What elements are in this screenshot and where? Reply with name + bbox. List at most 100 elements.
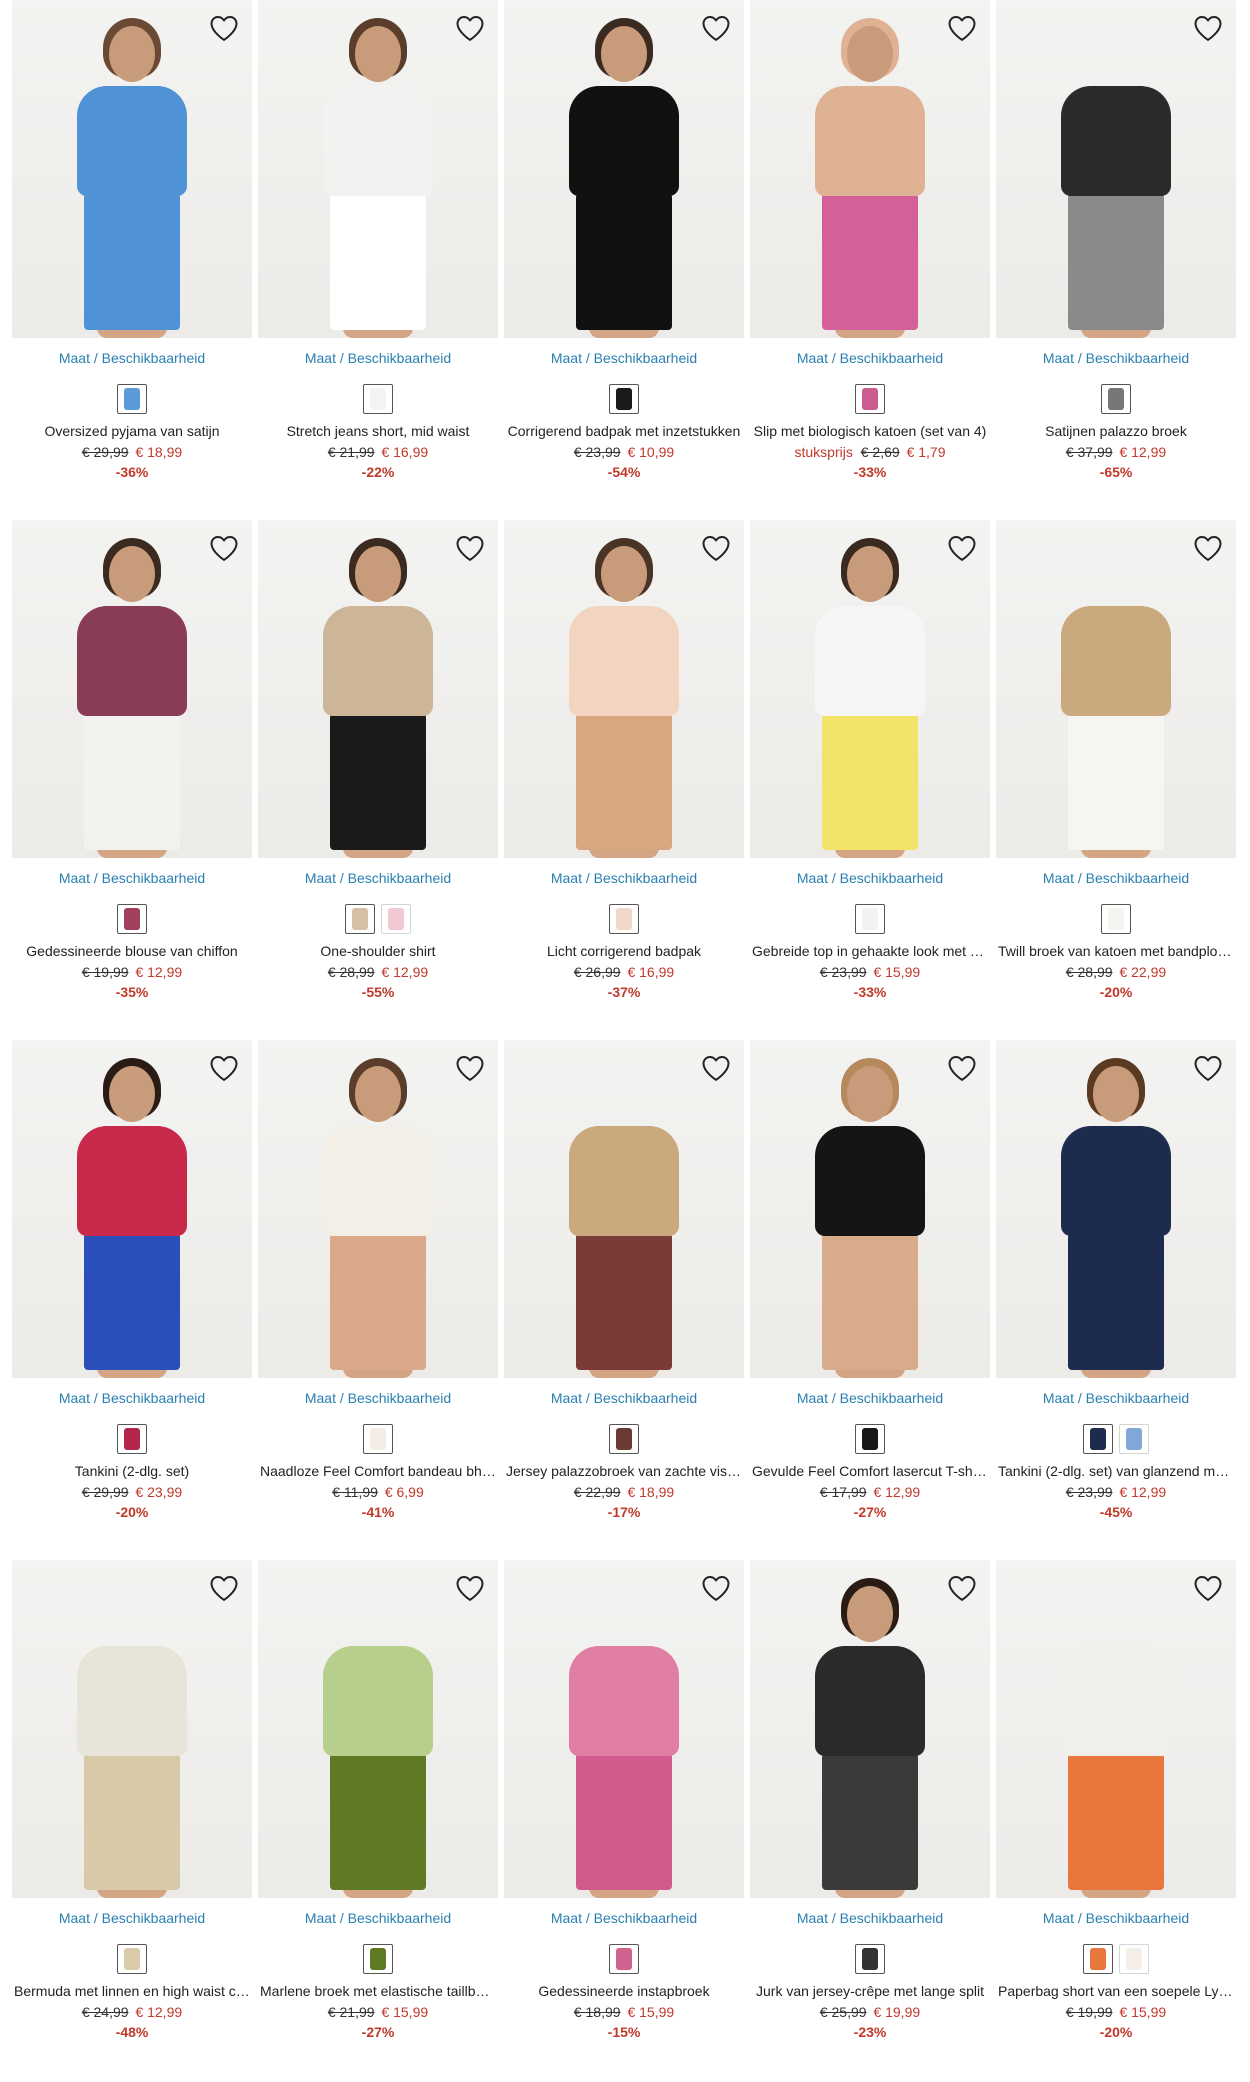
product-name[interactable]: Jersey palazzobroek van zachte viscose [504, 1463, 744, 1481]
product-card[interactable]: Maat / Beschikbaarheid Naadloze Feel Com… [258, 1040, 498, 1560]
product-card[interactable]: Maat / Beschikbaarheid Twill broek van k… [996, 520, 1236, 1040]
product-name[interactable]: Tankini (2-dlg. set) [12, 1463, 252, 1481]
product-image[interactable] [12, 1040, 252, 1378]
color-swatch[interactable] [1119, 1944, 1149, 1974]
product-card[interactable]: Maat / Beschikbaarheid Jurk van jersey-c… [750, 1560, 990, 2080]
color-swatch[interactable] [855, 384, 885, 414]
product-image[interactable] [12, 1560, 252, 1898]
product-name[interactable]: Slip met biologisch katoen (set van 4) [750, 423, 990, 441]
color-swatch[interactable] [117, 1424, 147, 1454]
size-availability-link[interactable]: Maat / Beschikbaarheid [258, 350, 498, 368]
product-name[interactable]: Tankini (2-dlg. set) van glanzend materi… [996, 1463, 1236, 1481]
wishlist-heart-icon[interactable] [1192, 12, 1224, 44]
product-card[interactable]: Maat / Beschikbaarheid Gedessineerde ins… [504, 1560, 744, 2080]
color-swatch[interactable] [363, 384, 393, 414]
color-swatch[interactable] [1119, 1424, 1149, 1454]
wishlist-heart-icon[interactable] [454, 1052, 486, 1084]
size-availability-link[interactable]: Maat / Beschikbaarheid [750, 870, 990, 888]
color-swatch[interactable] [117, 384, 147, 414]
product-image[interactable] [258, 0, 498, 338]
color-swatch[interactable] [117, 904, 147, 934]
color-swatch[interactable] [1101, 904, 1131, 934]
product-name[interactable]: Marlene broek met elastische taillband [258, 1983, 498, 2001]
product-card[interactable]: Maat / Beschikbaarheid One-shoulder shir… [258, 520, 498, 1040]
product-name[interactable]: Bermuda met linnen en high waist comfort… [12, 1983, 252, 2001]
product-card[interactable]: Maat / Beschikbaarheid Tankini (2-dlg. s… [12, 1040, 252, 1560]
product-image[interactable] [12, 520, 252, 858]
product-card[interactable]: Maat / Beschikbaarheid Paperbag short va… [996, 1560, 1236, 2080]
size-availability-link[interactable]: Maat / Beschikbaarheid [258, 1390, 498, 1408]
size-availability-link[interactable]: Maat / Beschikbaarheid [750, 350, 990, 368]
size-availability-link[interactable]: Maat / Beschikbaarheid [504, 350, 744, 368]
color-swatch[interactable] [1101, 384, 1131, 414]
product-card[interactable]: Maat / Beschikbaarheid Gedessineerde blo… [12, 520, 252, 1040]
wishlist-heart-icon[interactable] [946, 12, 978, 44]
wishlist-heart-icon[interactable] [700, 1052, 732, 1084]
wishlist-heart-icon[interactable] [1192, 1572, 1224, 1604]
product-name[interactable]: Corrigerend badpak met inzetstukken [504, 423, 744, 441]
size-availability-link[interactable]: Maat / Beschikbaarheid [12, 1910, 252, 1928]
wishlist-heart-icon[interactable] [946, 532, 978, 564]
product-name[interactable]: Oversized pyjama van satijn [12, 423, 252, 441]
color-swatch[interactable] [1083, 1424, 1113, 1454]
product-name[interactable]: Stretch jeans short, mid waist [258, 423, 498, 441]
product-image[interactable] [504, 1040, 744, 1378]
product-image[interactable] [750, 1040, 990, 1378]
color-swatch[interactable] [1083, 1944, 1113, 1974]
product-name[interactable]: Gevulde Feel Comfort lasercut T-shirt bh [750, 1463, 990, 1481]
wishlist-heart-icon[interactable] [208, 12, 240, 44]
product-image[interactable] [504, 0, 744, 338]
product-card[interactable]: Maat / Beschikbaarheid Satijnen palazzo … [996, 0, 1236, 520]
color-swatch[interactable] [855, 1424, 885, 1454]
product-card[interactable]: Maat / Beschikbaarheid Gevulde Feel Comf… [750, 1040, 990, 1560]
size-availability-link[interactable]: Maat / Beschikbaarheid [750, 1390, 990, 1408]
size-availability-link[interactable]: Maat / Beschikbaarheid [258, 1910, 498, 1928]
product-image[interactable] [750, 1560, 990, 1898]
color-swatch[interactable] [855, 1944, 885, 1974]
size-availability-link[interactable]: Maat / Beschikbaarheid [12, 350, 252, 368]
product-image[interactable] [258, 520, 498, 858]
product-image[interactable] [996, 520, 1236, 858]
size-availability-link[interactable]: Maat / Beschikbaarheid [996, 1910, 1236, 1928]
color-swatch[interactable] [363, 1944, 393, 1974]
wishlist-heart-icon[interactable] [946, 1052, 978, 1084]
product-card[interactable]: Maat / Beschikbaarheid Licht corrigerend… [504, 520, 744, 1040]
wishlist-heart-icon[interactable] [454, 1572, 486, 1604]
product-image[interactable] [750, 0, 990, 338]
product-image[interactable] [996, 0, 1236, 338]
wishlist-heart-icon[interactable] [454, 532, 486, 564]
wishlist-heart-icon[interactable] [700, 1572, 732, 1604]
wishlist-heart-icon[interactable] [208, 532, 240, 564]
product-card[interactable]: Maat / Beschikbaarheid Marlene broek met… [258, 1560, 498, 2080]
product-image[interactable] [258, 1560, 498, 1898]
product-card[interactable]: Maat / Beschikbaarheid Stretch jeans sho… [258, 0, 498, 520]
size-availability-link[interactable]: Maat / Beschikbaarheid [258, 870, 498, 888]
size-availability-link[interactable]: Maat / Beschikbaarheid [996, 350, 1236, 368]
product-image[interactable] [258, 1040, 498, 1378]
size-availability-link[interactable]: Maat / Beschikbaarheid [504, 1390, 744, 1408]
product-name[interactable]: Paperbag short van een soepele Lyocell k… [996, 1983, 1236, 2001]
size-availability-link[interactable]: Maat / Beschikbaarheid [996, 870, 1236, 888]
product-name[interactable]: Gebreide top in gehaakte look met ruches [750, 943, 990, 961]
size-availability-link[interactable]: Maat / Beschikbaarheid [504, 870, 744, 888]
wishlist-heart-icon[interactable] [1192, 532, 1224, 564]
product-name[interactable]: Satijnen palazzo broek [996, 423, 1236, 441]
wishlist-heart-icon[interactable] [946, 1572, 978, 1604]
size-availability-link[interactable]: Maat / Beschikbaarheid [750, 1910, 990, 1928]
color-swatch[interactable] [363, 1424, 393, 1454]
product-image[interactable] [12, 0, 252, 338]
size-availability-link[interactable]: Maat / Beschikbaarheid [12, 870, 252, 888]
color-swatch[interactable] [345, 904, 375, 934]
color-swatch[interactable] [609, 1944, 639, 1974]
product-name[interactable]: Jurk van jersey-crêpe met lange split [750, 1983, 990, 2001]
product-image[interactable] [996, 1560, 1236, 1898]
product-image[interactable] [750, 520, 990, 858]
size-availability-link[interactable]: Maat / Beschikbaarheid [12, 1390, 252, 1408]
color-swatch[interactable] [855, 904, 885, 934]
product-name[interactable]: Gedessineerde blouse van chiffon [12, 943, 252, 961]
product-name[interactable]: Licht corrigerend badpak [504, 943, 744, 961]
product-name[interactable]: Gedessineerde instapbroek [504, 1983, 744, 2001]
product-card[interactable]: Maat / Beschikbaarheid Bermuda met linne… [12, 1560, 252, 2080]
product-card[interactable]: Maat / Beschikbaarheid Oversized pyjama … [12, 0, 252, 520]
wishlist-heart-icon[interactable] [454, 12, 486, 44]
